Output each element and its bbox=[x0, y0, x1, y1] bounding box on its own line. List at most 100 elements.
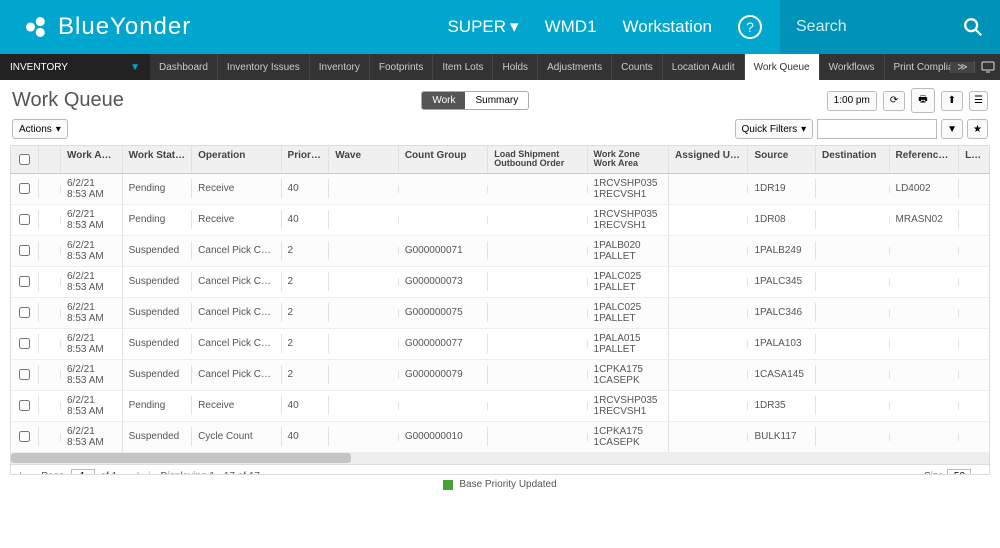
row-checkbox[interactable] bbox=[19, 369, 30, 380]
col-work-zone[interactable]: Work Zone Work Area bbox=[588, 146, 669, 173]
tab-inventory-issues[interactable]: Inventory Issues bbox=[218, 54, 310, 80]
cell-destination bbox=[816, 216, 890, 224]
size-dropdown[interactable]: ▾ bbox=[975, 470, 981, 475]
table-row[interactable]: 6/2/218:53 AMPendingReceive401RCVSHP0351… bbox=[11, 205, 989, 236]
cell-priority: 40 bbox=[282, 179, 330, 198]
cell-status: Suspended bbox=[123, 303, 193, 322]
cell-load bbox=[488, 185, 587, 193]
cell-priority: 40 bbox=[282, 427, 330, 446]
table-row[interactable]: 6/2/218:53 AMPendingReceive401RCVSHP0351… bbox=[11, 391, 989, 422]
cell-status: Suspended bbox=[123, 365, 193, 384]
size-label: Size bbox=[924, 471, 943, 475]
table-row[interactable]: 6/2/218:53 AMPendingReceive401RCVSHP0351… bbox=[11, 174, 989, 205]
main-menu-label: INVENTORY bbox=[10, 62, 68, 73]
tab-dashboard[interactable]: Dashboard bbox=[150, 54, 218, 80]
size-input[interactable] bbox=[947, 469, 971, 475]
quick-filters-menu[interactable]: Quick Filters ▾ bbox=[735, 119, 814, 139]
tab-counts[interactable]: Counts bbox=[612, 54, 663, 80]
cell-zone: 1RCVSHP0351RECVSH1 bbox=[588, 391, 669, 421]
tab-workflows[interactable]: Workflows bbox=[820, 54, 885, 80]
actions-menu[interactable]: Actions ▾ bbox=[12, 119, 68, 139]
cell-count-group bbox=[399, 216, 488, 224]
view-work[interactable]: Work bbox=[422, 92, 465, 109]
row-checkbox[interactable] bbox=[19, 400, 30, 411]
brand-logo: BlueYonder bbox=[0, 13, 240, 41]
col-priority[interactable]: Priority bbox=[282, 146, 330, 173]
table-row[interactable]: 6/2/218:53 AMSuspendedCancel Pick Count2… bbox=[11, 298, 989, 329]
tab-footprints[interactable]: Footprints bbox=[370, 54, 433, 80]
col-source[interactable]: Source bbox=[748, 146, 816, 173]
page-of: of 1 bbox=[101, 471, 118, 475]
user-menu[interactable]: SUPER▾ bbox=[447, 17, 518, 37]
row-checkbox[interactable] bbox=[19, 214, 30, 225]
col-load[interactable]: Load Shipment Outbound Order bbox=[488, 146, 587, 173]
table-row[interactable]: 6/2/218:53 AMSuspendedCancel Pick Count2… bbox=[11, 236, 989, 267]
more-tabs-button[interactable]: ≫ bbox=[950, 62, 974, 73]
col-work-status[interactable]: Work Status bbox=[123, 146, 193, 173]
row-checkbox[interactable] bbox=[19, 338, 30, 349]
cell-reference bbox=[890, 433, 960, 441]
table-row[interactable]: 6/2/218:53 AMSuspendedCancel Pick Count2… bbox=[11, 329, 989, 360]
col-operation[interactable]: Operation bbox=[192, 146, 281, 173]
row-checkbox[interactable] bbox=[19, 307, 30, 318]
tab-holds[interactable]: Holds bbox=[493, 54, 538, 80]
settings-button[interactable]: ☰ bbox=[969, 91, 988, 111]
table-row[interactable]: 6/2/218:53 AMSuspendedCancel Pick Count2… bbox=[11, 360, 989, 391]
table-row[interactable]: 6/2/218:53 AMSuspendedCycle Count40G0000… bbox=[11, 422, 989, 452]
col-lpn[interactable]: LPN bbox=[959, 146, 989, 173]
tab-inventory[interactable]: Inventory bbox=[310, 54, 370, 80]
time-display: 1:00 pm bbox=[827, 91, 877, 111]
cell-source: 1PALC346 bbox=[748, 303, 816, 322]
col-work-added[interactable]: Work Added bbox=[61, 146, 123, 173]
cell-user bbox=[669, 247, 748, 255]
page-next[interactable]: › bbox=[123, 471, 127, 475]
export-button[interactable]: ⬆ bbox=[941, 91, 963, 111]
cell-status: Suspended bbox=[123, 241, 193, 260]
col-count-group[interactable]: Count Group bbox=[399, 146, 488, 173]
col-reference[interactable]: Reference Lo… bbox=[890, 146, 960, 173]
help-icon[interactable]: ? bbox=[738, 15, 762, 39]
brand-icon bbox=[24, 14, 50, 40]
cell-user bbox=[669, 402, 748, 410]
tab-print-compliant-labels[interactable]: Print Compliant Labels bbox=[885, 54, 951, 80]
page-input[interactable] bbox=[71, 469, 95, 475]
col-destination[interactable]: Destination bbox=[816, 146, 890, 173]
main-menu[interactable]: INVENTORY ▼ bbox=[0, 54, 150, 80]
view-summary[interactable]: Summary bbox=[465, 92, 528, 109]
cell-zone: 1RCVSHP0351RECVSH1 bbox=[588, 174, 669, 204]
cell-destination bbox=[816, 371, 890, 379]
tab-item-lots[interactable]: Item Lots bbox=[433, 54, 493, 80]
row-checkbox[interactable] bbox=[19, 276, 30, 287]
page-last[interactable]: ›| bbox=[133, 471, 140, 475]
select-all-checkbox[interactable] bbox=[19, 154, 30, 165]
print-button[interactable]: 🖶 bbox=[911, 88, 934, 113]
refresh-button[interactable]: ⟳ bbox=[883, 91, 905, 111]
warehouse-label[interactable]: WMD1 bbox=[545, 17, 597, 37]
row-checkbox[interactable] bbox=[19, 431, 30, 442]
col-assigned-user[interactable]: Assigned User bbox=[669, 146, 748, 173]
row-checkbox[interactable] bbox=[19, 183, 30, 194]
tab-location-audit[interactable]: Location Audit bbox=[663, 54, 745, 80]
page-prev[interactable]: ‹ bbox=[32, 471, 36, 475]
col-wave[interactable]: Wave bbox=[329, 146, 399, 173]
cell-wave bbox=[329, 309, 399, 317]
page-first[interactable]: |‹ bbox=[19, 471, 26, 475]
cell-wave bbox=[329, 402, 399, 410]
tab-adjustments[interactable]: Adjustments bbox=[538, 54, 612, 80]
workstation-label[interactable]: Workstation bbox=[623, 17, 712, 37]
cell-user bbox=[669, 433, 748, 441]
cell-priority: 2 bbox=[282, 241, 330, 260]
filter-funnel-button[interactable]: ▼ bbox=[941, 119, 963, 139]
table-row[interactable]: 6/2/218:53 AMSuspendedCancel Pick Count2… bbox=[11, 267, 989, 298]
row-checkbox[interactable] bbox=[19, 245, 30, 256]
search-input[interactable] bbox=[796, 18, 936, 36]
filter-star-button[interactable]: ★ bbox=[967, 119, 988, 139]
cell-operation: Cancel Pick Count bbox=[192, 241, 281, 260]
tab-work-queue[interactable]: Work Queue bbox=[745, 54, 820, 80]
screen-icon[interactable] bbox=[974, 61, 1000, 73]
cell-zone: 1PALA0151PALLET bbox=[588, 329, 669, 359]
horizontal-scrollbar[interactable] bbox=[11, 452, 989, 464]
page-display: Displaying 1 - 17 of 17 bbox=[160, 471, 260, 475]
global-search[interactable] bbox=[780, 0, 1000, 54]
filter-input[interactable] bbox=[817, 119, 937, 139]
